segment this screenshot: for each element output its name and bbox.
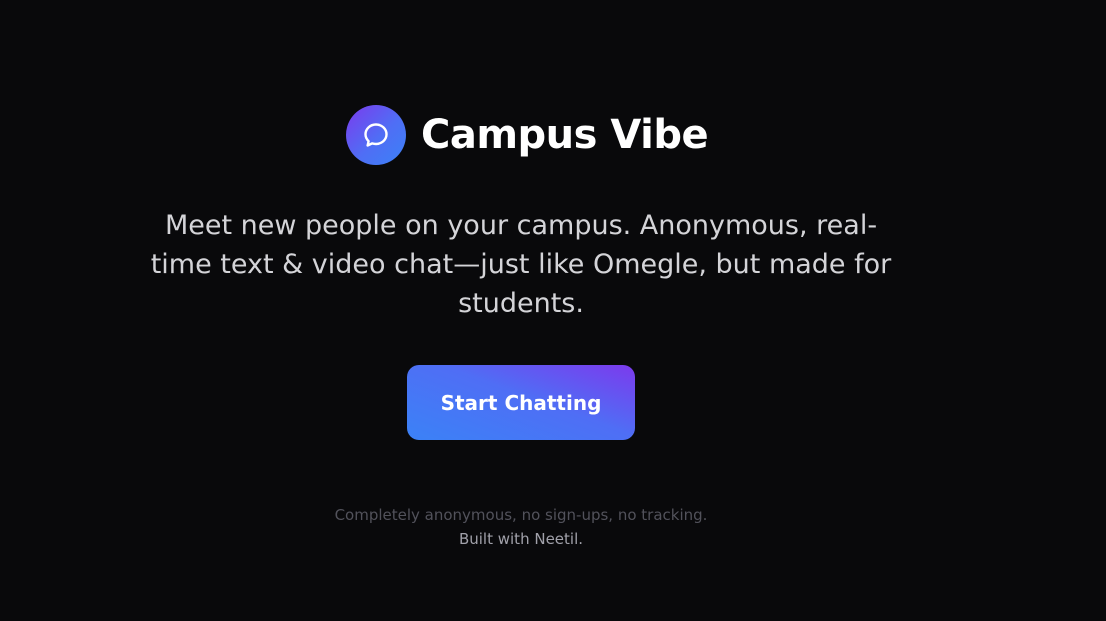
landing-page: Campus Vibe Meet new people on your camp… bbox=[0, 0, 1106, 621]
app-logo bbox=[346, 105, 406, 165]
credit-text: Built with Neetil. bbox=[458, 530, 584, 548]
start-chatting-button[interactable]: Start Chatting bbox=[407, 365, 635, 440]
chat-bubble-icon bbox=[364, 123, 388, 147]
app-title: Campus Vibe bbox=[421, 112, 709, 158]
brand-header: Campus Vibe bbox=[346, 104, 709, 166]
hero-tagline: Meet new people on your campus. Anonymou… bbox=[150, 210, 892, 319]
footer-note: Completely anonymous, no sign-ups, no tr… bbox=[250, 503, 792, 551]
privacy-note: Completely anonymous, no sign-ups, no tr… bbox=[334, 506, 708, 524]
